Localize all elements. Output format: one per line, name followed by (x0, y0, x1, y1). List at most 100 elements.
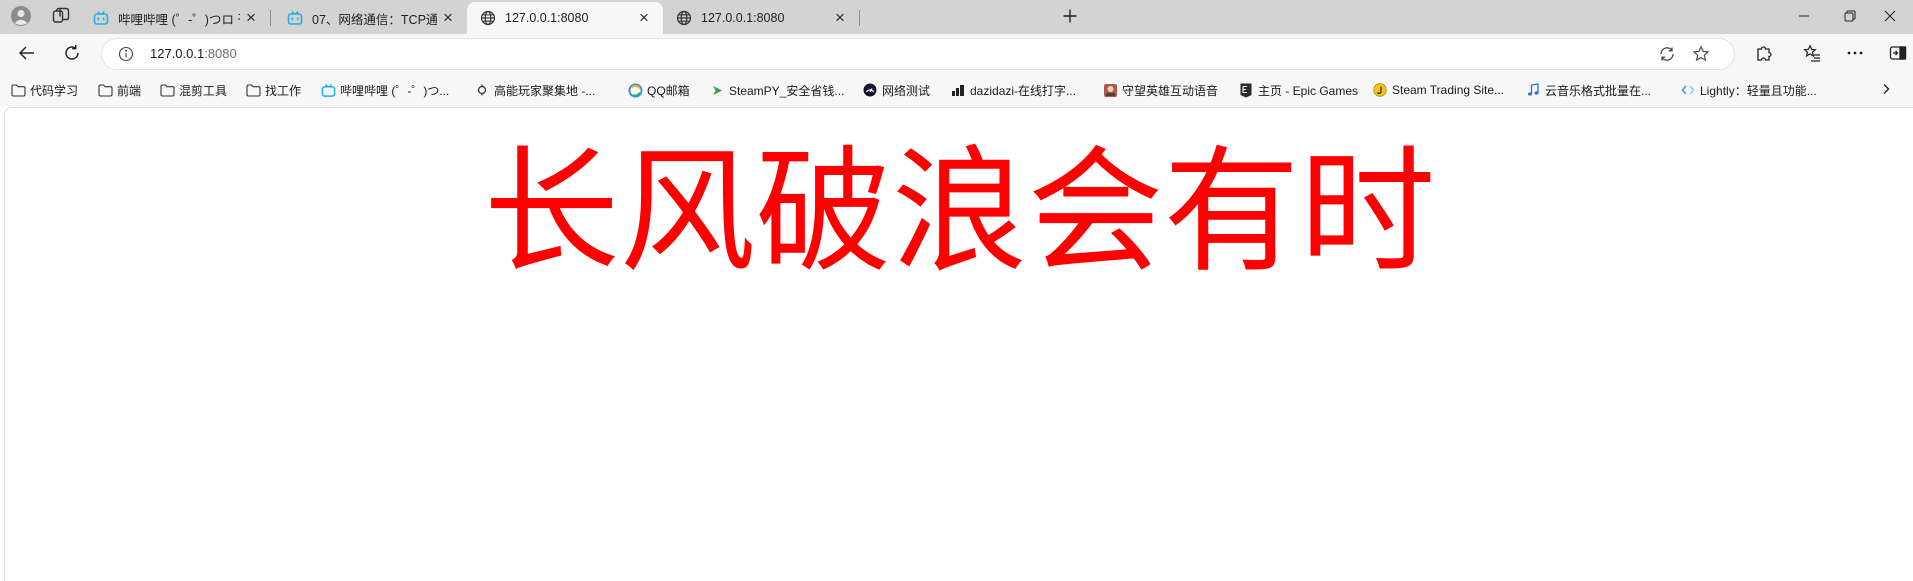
refresh-button[interactable] (56, 38, 88, 70)
tab-tcp-bs[interactable]: 07、网络通信：TCP通信实现BS架构 × (274, 2, 467, 34)
bookmark-steampy[interactable]: SteamPY_安全省钱... (709, 80, 844, 100)
refresh-icon (63, 44, 81, 65)
bookmark-dazidazi[interactable]: dazidazi-在线打字... (950, 80, 1076, 100)
bookmark-gamer-hub[interactable]: 高能玩家聚集地 -... (474, 80, 595, 100)
folder-icon (159, 82, 175, 98)
minimize-icon (1798, 10, 1810, 25)
steampy-icon (709, 82, 725, 98)
folder-icon (245, 82, 261, 98)
tab-divider (859, 10, 860, 26)
profile-icon (11, 5, 31, 29)
bookmark-folder-frontend[interactable]: 前端 (97, 80, 141, 100)
tab-close-button[interactable]: × (437, 7, 459, 29)
bookmark-folder-code-study[interactable]: 代码学习 (10, 80, 78, 100)
site-info-icon[interactable] (116, 44, 136, 64)
folder-icon (97, 82, 113, 98)
overwatch-icon (1102, 82, 1118, 98)
bookmark-label: dazidazi-在线打字... (970, 83, 1077, 98)
bookmark-epic-games[interactable]: 主页 - Epic Games (1238, 80, 1358, 100)
navigation-toolbar: 127.0.0.1:8080 (0, 34, 1913, 74)
extensions-button[interactable] (1748, 38, 1780, 70)
close-window-button[interactable] (1867, 0, 1913, 34)
close-icon: × (835, 8, 845, 27)
tab-localhost-active[interactable]: 127.0.0.1:8080 × (467, 2, 663, 34)
tab-close-button[interactable]: × (829, 7, 851, 29)
tab-close-button[interactable]: × (240, 7, 262, 29)
bookmark-label: QQ邮箱 (647, 83, 690, 98)
qq-mail-icon (627, 82, 643, 98)
globe-icon (675, 9, 693, 27)
tab-title: 哔哩哔哩 (゜-゜)つロ 干杯~-bilibili (118, 12, 240, 27)
bookmark-label: 高能玩家聚集地 -... (494, 83, 596, 98)
new-tab-button[interactable] (1056, 4, 1084, 30)
tab-strip: 哔哩哔哩 (゜-゜)つロ 干杯~-bilibili × 07、网络通信：TCP通… (0, 0, 1913, 34)
close-icon: × (639, 8, 649, 27)
bookmark-steam-trading[interactable]: Steam Trading Site... (1372, 80, 1504, 100)
bookmark-folder-job[interactable]: 找工作 (245, 80, 301, 100)
bookmark-speedtest[interactable]: 网络测试 (862, 80, 930, 100)
globe-icon (479, 9, 497, 27)
bookmark-label: 找工作 (265, 83, 302, 98)
folder-icon (10, 82, 26, 98)
sidebar-icon (1889, 44, 1907, 65)
profile-button[interactable] (4, 4, 38, 30)
tab-localhost[interactable]: 127.0.0.1:8080 × (663, 2, 859, 34)
workspaces-button[interactable] (44, 4, 78, 30)
epic-games-icon (1238, 82, 1254, 98)
arrow-left-icon (18, 44, 36, 65)
bookmark-overwatch-voice[interactable]: 守望英雄互动语音 (1102, 80, 1218, 100)
bookmark-label: Lightly：轻量且功能... (1700, 83, 1817, 98)
bookmarks-bar: 代码学习 前端 混剪工具 找工作 哔哩哔哩 (゜-゜)つ... 高能玩家聚集地 … (0, 74, 1913, 106)
link-icon (474, 82, 490, 98)
bookmark-label: 网络测试 (882, 83, 931, 98)
settings-menu-button[interactable] (1839, 38, 1871, 70)
bookmark-label: 主页 - Epic Games (1258, 83, 1359, 98)
bilibili-icon (286, 9, 304, 27)
bookmark-label: Steam Trading Site... (1392, 83, 1505, 97)
tab-title: 127.0.0.1:8080 (701, 11, 785, 25)
page-headline: 长风破浪会有时 (483, 134, 1436, 292)
translate-icon[interactable] (1656, 43, 1678, 65)
bookmark-label: 云音乐格式批量在... (1545, 83, 1652, 98)
more-dots-icon (1846, 44, 1864, 65)
bookmark-lightly[interactable]: Lightly：轻量且功能... (1680, 80, 1817, 100)
url-text[interactable]: 127.0.0.1:8080 (150, 46, 237, 61)
restore-icon (1844, 10, 1856, 25)
tab-title: 07、网络通信：TCP通信实现BS架构 (312, 12, 437, 27)
tab-close-button[interactable]: × (633, 7, 655, 29)
close-icon: × (246, 8, 256, 27)
coin-icon (1372, 82, 1388, 98)
bookmark-folder-mix-tools[interactable]: 混剪工具 (159, 80, 227, 100)
bookmark-label: 混剪工具 (179, 83, 228, 98)
plus-icon (1062, 8, 1078, 27)
bilibili-icon (92, 9, 110, 27)
tab-bilibili[interactable]: 哔哩哔哩 (゜-゜)つロ 干杯~-bilibili × (80, 2, 270, 34)
minimize-button[interactable] (1781, 0, 1827, 34)
bookmarks-overflow-button[interactable] (1874, 80, 1898, 100)
puzzle-icon (1755, 44, 1773, 65)
bookmark-label: 前端 (117, 83, 142, 98)
favorites-button[interactable] (1796, 38, 1828, 70)
chevron-right-icon (1881, 83, 1891, 98)
tab-divider (270, 10, 271, 26)
close-icon (1884, 10, 1896, 25)
lightly-icon (1680, 82, 1696, 98)
bookmark-label: 守望英雄互动语音 (1122, 83, 1219, 98)
bookmark-qq-mail[interactable]: QQ邮箱 (627, 80, 690, 100)
favorites-list-icon (1803, 43, 1821, 65)
bookmark-label: SteamPY_安全省钱... (729, 83, 845, 98)
favorite-star-icon[interactable] (1690, 43, 1712, 65)
bookmark-cloud-music[interactable]: 云音乐格式批量在... (1525, 80, 1651, 100)
speedtest-icon (862, 82, 878, 98)
address-bar[interactable]: 127.0.0.1:8080 (102, 39, 1734, 69)
sidebar-toggle-button[interactable] (1882, 38, 1913, 70)
close-icon: × (443, 8, 453, 27)
music-note-icon (1525, 82, 1541, 98)
bookmark-label: 代码学习 (30, 83, 79, 98)
url-host: 127.0.0.1 (150, 46, 205, 61)
page-viewport: 长风破浪会有时 (4, 107, 1913, 581)
typing-icon (950, 82, 966, 98)
bookmark-bilibili[interactable]: 哔哩哔哩 (゜-゜)つ... (320, 80, 449, 100)
back-button[interactable] (11, 38, 43, 70)
tab-title: 127.0.0.1:8080 (505, 11, 589, 25)
